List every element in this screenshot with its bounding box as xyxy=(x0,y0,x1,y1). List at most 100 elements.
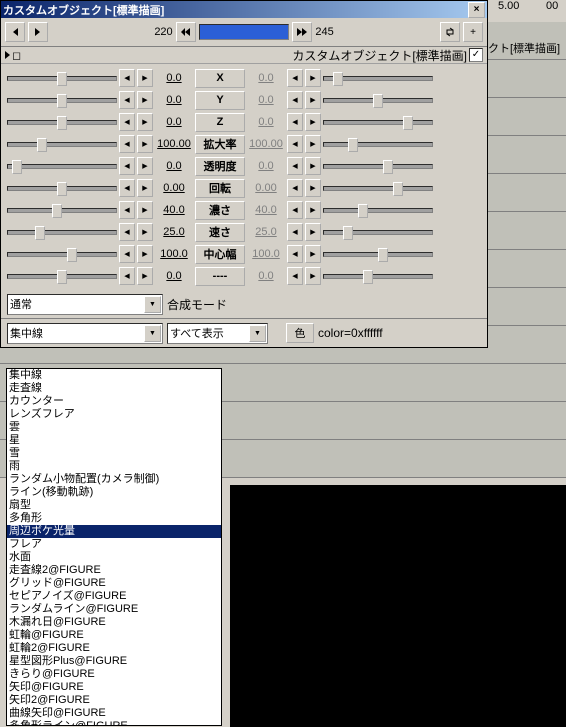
seek-start-icon[interactable] xyxy=(176,22,196,42)
dropdown-item[interactable]: フレア xyxy=(7,538,221,551)
close-icon[interactable]: × xyxy=(468,2,485,18)
step-left-icon[interactable]: ◀ xyxy=(119,91,135,109)
param-label-button[interactable]: 中心幅 xyxy=(195,245,245,264)
param-label-button[interactable]: X xyxy=(195,69,245,88)
param-slider-right[interactable] xyxy=(323,69,433,87)
param-slider-left[interactable] xyxy=(7,113,117,131)
dropdown-item[interactable]: 雨 xyxy=(7,460,221,473)
step-left-icon[interactable]: ◀ xyxy=(287,223,303,241)
param-slider-right[interactable] xyxy=(323,201,433,219)
step-left-icon[interactable]: ◀ xyxy=(119,201,135,219)
dropdown-item[interactable]: グリッド@FIGURE xyxy=(7,577,221,590)
effect-dropdown-list[interactable]: 集中線走査線カウンターレンズフレア雲星雪雨ランダム小物配置(カメラ制御)ライン(… xyxy=(6,368,222,726)
param-value-right[interactable]: 0.0 xyxy=(247,72,285,84)
step-right-icon[interactable]: ▶ xyxy=(305,69,321,87)
dropdown-item[interactable]: 虹輪2@FIGURE xyxy=(7,642,221,655)
param-value-left[interactable]: 100.0 xyxy=(155,248,193,260)
dropdown-item[interactable]: 走査線 xyxy=(7,382,221,395)
dropdown-item[interactable]: 雪 xyxy=(7,447,221,460)
step-right-icon[interactable]: ▶ xyxy=(137,245,153,263)
param-slider-right[interactable] xyxy=(323,179,433,197)
dropdown-item[interactable]: 水面 xyxy=(7,551,221,564)
chevron-down-icon[interactable]: ▼ xyxy=(144,296,161,313)
dropdown-item[interactable]: 星型図形Plus@FIGURE xyxy=(7,655,221,668)
param-slider-right[interactable] xyxy=(323,267,433,285)
param-label-button[interactable]: Y xyxy=(195,91,245,110)
param-value-left[interactable]: 0.0 xyxy=(155,94,193,106)
param-value-right[interactable]: 0.00 xyxy=(247,182,285,194)
step-left-icon[interactable]: ◀ xyxy=(287,91,303,109)
param-value-right[interactable]: 0.0 xyxy=(247,116,285,128)
param-slider-left[interactable] xyxy=(7,157,117,175)
param-slider-left[interactable] xyxy=(7,201,117,219)
dropdown-item[interactable]: 集中線 xyxy=(7,369,221,382)
step-right-icon[interactable]: ▶ xyxy=(137,267,153,285)
step-right-icon[interactable]: ▶ xyxy=(305,179,321,197)
step-left-icon[interactable]: ◀ xyxy=(287,157,303,175)
param-label-button[interactable]: 拡大率 xyxy=(195,135,245,154)
param-label-button[interactable]: Z xyxy=(195,113,245,132)
param-value-left[interactable]: 0.0 xyxy=(155,116,193,128)
step-right-icon[interactable]: ▶ xyxy=(137,157,153,175)
step-left-icon[interactable]: ◀ xyxy=(119,157,135,175)
step-right-icon[interactable]: ▶ xyxy=(137,91,153,109)
step-left-icon[interactable]: ◀ xyxy=(287,267,303,285)
step-right-icon[interactable]: ▶ xyxy=(305,223,321,241)
step-left-icon[interactable]: ◀ xyxy=(287,113,303,131)
param-value-right[interactable]: 100.00 xyxy=(247,138,285,150)
dropdown-item[interactable]: 多角形ライン@FIGURE xyxy=(7,720,221,726)
param-value-left[interactable]: 40.0 xyxy=(155,204,193,216)
enable-checkbox[interactable]: ✓ xyxy=(469,48,483,62)
step-right-icon[interactable]: ▶ xyxy=(137,69,153,87)
param-slider-right[interactable] xyxy=(323,91,433,109)
chevron-down-icon[interactable]: ▼ xyxy=(144,325,161,342)
step-left-icon[interactable]: ◀ xyxy=(287,135,303,153)
dropdown-item[interactable]: レンズフレア xyxy=(7,408,221,421)
param-slider-right[interactable] xyxy=(323,135,433,153)
dropdown-item[interactable]: 周辺ボケ光量 xyxy=(7,525,221,538)
param-slider-right[interactable] xyxy=(323,113,433,131)
step-left-icon[interactable]: ◀ xyxy=(287,245,303,263)
param-value-left[interactable]: 0.0 xyxy=(155,72,193,84)
dropdown-item[interactable]: 扇型 xyxy=(7,499,221,512)
dropdown-item[interactable]: セピアノイズ@FIGURE xyxy=(7,590,221,603)
step-right-icon[interactable]: ▶ xyxy=(137,201,153,219)
step-right-icon[interactable]: ▶ xyxy=(305,267,321,285)
param-slider-left[interactable] xyxy=(7,135,117,153)
param-slider-left[interactable] xyxy=(7,223,117,241)
param-slider-left[interactable] xyxy=(7,69,117,87)
dropdown-item[interactable]: 木漏れ日@FIGURE xyxy=(7,616,221,629)
step-left-icon[interactable]: ◀ xyxy=(119,69,135,87)
dropdown-item[interactable]: 矢印2@FIGURE xyxy=(7,694,221,707)
dropdown-item[interactable]: 虹輪@FIGURE xyxy=(7,629,221,642)
step-right-icon[interactable]: ▶ xyxy=(137,113,153,131)
dropdown-item[interactable]: きらり@FIGURE xyxy=(7,668,221,681)
next-object-icon[interactable] xyxy=(28,22,48,42)
dropdown-item[interactable]: 曲線矢印@FIGURE xyxy=(7,707,221,720)
step-left-icon[interactable]: ◀ xyxy=(119,113,135,131)
param-slider-right[interactable] xyxy=(323,223,433,241)
end-frame[interactable]: 245 xyxy=(315,26,345,38)
seek-end-icon[interactable] xyxy=(292,22,312,42)
blend-mode-combo[interactable]: 通常 ▼ xyxy=(7,294,163,315)
dropdown-item[interactable]: 雲 xyxy=(7,421,221,434)
dropdown-item[interactable]: カウンター xyxy=(7,395,221,408)
step-right-icon[interactable]: ▶ xyxy=(305,245,321,263)
param-label-button[interactable]: ---- xyxy=(195,267,245,286)
step-right-icon[interactable]: ▶ xyxy=(305,157,321,175)
param-value-left[interactable]: 100.00 xyxy=(155,138,193,150)
step-right-icon[interactable]: ▶ xyxy=(137,179,153,197)
param-value-left[interactable]: 0.00 xyxy=(155,182,193,194)
param-label-button[interactable]: 濃さ xyxy=(195,201,245,220)
param-label-button[interactable]: 速さ xyxy=(195,223,245,242)
param-value-left[interactable]: 0.0 xyxy=(155,270,193,282)
step-left-icon[interactable]: ◀ xyxy=(119,223,135,241)
dropdown-item[interactable]: 星 xyxy=(7,434,221,447)
step-left-icon[interactable]: ◀ xyxy=(119,267,135,285)
step-left-icon[interactable]: ◀ xyxy=(287,179,303,197)
dropdown-item[interactable]: ランダムライン@FIGURE xyxy=(7,603,221,616)
time-slider[interactable] xyxy=(199,24,290,40)
effect-combo[interactable]: 集中線 ▼ xyxy=(7,323,163,344)
param-value-right[interactable]: 25.0 xyxy=(247,226,285,238)
step-left-icon[interactable]: ◀ xyxy=(287,69,303,87)
